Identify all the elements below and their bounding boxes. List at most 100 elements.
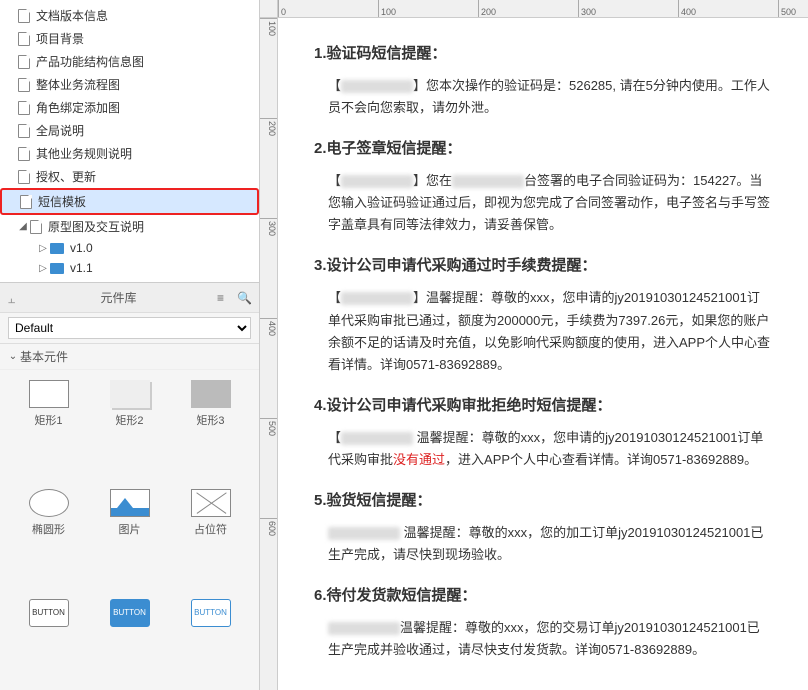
widget-item[interactable]: BUTTON (12, 599, 85, 680)
content-section: 5.验货短信提醒： 温馨提醒：尊敬的xxx，您的加工订单jy2019103012… (314, 489, 772, 566)
widget-shape (191, 380, 231, 408)
redacted-text (452, 175, 524, 188)
tree-item-label: 全局说明 (36, 122, 84, 139)
section-title: 3.设计公司申请代采购通过时手续费提醒： (314, 254, 772, 275)
widget-label: 矩形3 (196, 412, 224, 428)
menu-icon[interactable]: ≡ (217, 291, 231, 305)
ruler-tick: 500 (260, 418, 277, 518)
page-icon (18, 32, 30, 46)
redacted-text (341, 432, 413, 445)
section-body: 温馨提醒：尊敬的xxx，您的交易订单jy20191030124521001已生产… (314, 617, 772, 661)
ruler-tick: 100 (260, 18, 277, 118)
expand-icon[interactable]: ▷ (38, 243, 48, 254)
library-select[interactable]: Default (8, 317, 251, 339)
page-icon (18, 101, 30, 115)
widget-item[interactable]: 占位符 (174, 489, 247, 590)
page-icon (18, 55, 30, 69)
ruler-tick: 600 (260, 518, 277, 618)
tree-item-label: 整体业务流程图 (36, 76, 120, 93)
tree-item-label: 其他业务规则说明 (36, 145, 132, 162)
tree-item-label: 项目背景 (36, 30, 84, 47)
widget-shape (110, 489, 150, 517)
widget-shape (29, 489, 69, 517)
redacted-text (328, 622, 400, 635)
redacted-text (341, 175, 413, 188)
tree-item[interactable]: 项目背景 (0, 27, 259, 50)
widget-shape (110, 380, 150, 408)
content-section: 3.设计公司申请代采购通过时手续费提醒：【】温馨提醒：尊敬的xxx，您申请的jy… (314, 254, 772, 375)
tree-item[interactable]: 全局说明 (0, 119, 259, 142)
section-title: 2.电子签章短信提醒： (314, 137, 772, 158)
section-body: 【 温馨提醒：尊敬的xxx，您申请的jy20191030124521001订单代… (314, 427, 772, 471)
section-title: 5.验货短信提醒： (314, 489, 772, 510)
tree-item-label: v1.0 (70, 241, 93, 255)
tree-item-label: 短信模板 (38, 193, 86, 210)
tree-item[interactable]: 角色绑定添加图 (0, 96, 259, 119)
chevron-down-icon: ⌄ (8, 351, 18, 362)
tree-item[interactable]: 其他业务规则说明 (0, 142, 259, 165)
tree-item[interactable]: ◢ 原型图及交互说明 (0, 215, 259, 238)
widget-item[interactable]: 椭圆形 (12, 489, 85, 590)
widget-item[interactable]: BUTTON (93, 599, 166, 680)
library-section-header[interactable]: ⌄ 基本元件 (0, 344, 259, 370)
tree-item[interactable]: 授权、更新 (0, 165, 259, 188)
content-section: 2.电子签章短信提醒：【】您在台签署的电子合同验证码为：154227。当您输入验… (314, 137, 772, 236)
tree-item[interactable]: 短信模板 (0, 188, 259, 215)
redacted-text (328, 527, 400, 540)
widget-shape (191, 489, 231, 517)
collapse-icon[interactable]: ◢ (18, 221, 28, 232)
content-section: 1.验证码短信提醒：【】您本次操作的验证码是：526285, 请在5分钟内使用。… (314, 42, 772, 119)
tree-item[interactable]: 文档版本信息 (0, 4, 259, 27)
search-icon[interactable]: 🔍 (237, 291, 251, 305)
ruler-tick: 100 (378, 0, 478, 17)
page-tree: 文档版本信息项目背景产品功能结构信息图整体业务流程图角色绑定添加图全局说明其他业… (0, 0, 259, 282)
tree-item-label: 原型图及交互说明 (48, 218, 144, 235)
widget-grid: 矩形1 矩形2 矩形3 椭圆形 图片 占位符 BUTTON BUTTON BUTTON (0, 370, 259, 690)
folder-icon (50, 263, 64, 274)
widget-label: 占位符 (194, 521, 227, 537)
widget-label: 矩形2 (115, 412, 143, 428)
widget-item[interactable]: 矩形1 (12, 380, 85, 481)
widget-item[interactable]: 矩形2 (93, 380, 166, 481)
widget-item[interactable]: 图片 (93, 489, 166, 590)
tree-item-label: v1.1 (70, 261, 93, 275)
widget-library-panel: ⫠ 元件库 ≡ 🔍 Default ⌄ 基本元件 矩形1 矩形2 矩形3 椭圆形 图片 占… (0, 282, 259, 690)
highlighted-text: 没有通过 (393, 452, 445, 467)
tree-item[interactable]: 产品功能结构信息图 (0, 50, 259, 73)
widget-item[interactable]: BUTTON (174, 599, 247, 680)
folder-icon (50, 243, 64, 254)
section-body: 温馨提醒：尊敬的xxx，您的加工订单jy20191030124521001已生产… (314, 522, 772, 566)
page-icon (18, 124, 30, 138)
widget-shape: BUTTON (110, 599, 150, 627)
design-canvas[interactable]: 1.验证码短信提醒：【】您本次操作的验证码是：526285, 请在5分钟内使用。… (278, 18, 808, 690)
section-title: 4.设计公司申请代采购审批拒绝时短信提醒： (314, 394, 772, 415)
tree-item-label: 角色绑定添加图 (36, 99, 120, 116)
widget-label: 图片 (119, 521, 141, 537)
page-icon (18, 147, 30, 161)
library-title: 元件库 (26, 289, 211, 306)
widget-shape: BUTTON (29, 599, 69, 627)
ruler-horizontal: 0100200300400500 (278, 0, 808, 18)
widget-shape: BUTTON (191, 599, 231, 627)
page-icon (18, 9, 30, 23)
ruler-tick: 400 (260, 318, 277, 418)
ruler-vertical: 100200300400500600 (260, 18, 278, 690)
redacted-text (341, 292, 413, 305)
widget-label: 矩形1 (34, 412, 62, 428)
tree-item-label: 授权、更新 (36, 168, 96, 185)
canvas-area: 0100200300400500 100200300400500600 1.验证… (260, 0, 808, 690)
tree-item[interactable]: 整体业务流程图 (0, 73, 259, 96)
page-icon (18, 78, 30, 92)
page-icon (20, 195, 32, 209)
section-title: 1.验证码短信提醒： (314, 42, 772, 63)
expand-icon[interactable]: ▷ (38, 263, 48, 274)
widget-item[interactable]: 矩形3 (174, 380, 247, 481)
ruler-tick: 300 (578, 0, 678, 17)
section-title: 6.待付发货款短信提醒： (314, 584, 772, 605)
pin-icon[interactable]: ⫠ (8, 292, 20, 304)
ruler-tick: 400 (678, 0, 778, 17)
tree-item[interactable]: ▷ v1.0 (0, 238, 259, 258)
widget-label: 椭圆形 (32, 521, 65, 537)
ruler-corner (260, 0, 278, 18)
tree-item[interactable]: ▷ v1.1 (0, 258, 259, 278)
